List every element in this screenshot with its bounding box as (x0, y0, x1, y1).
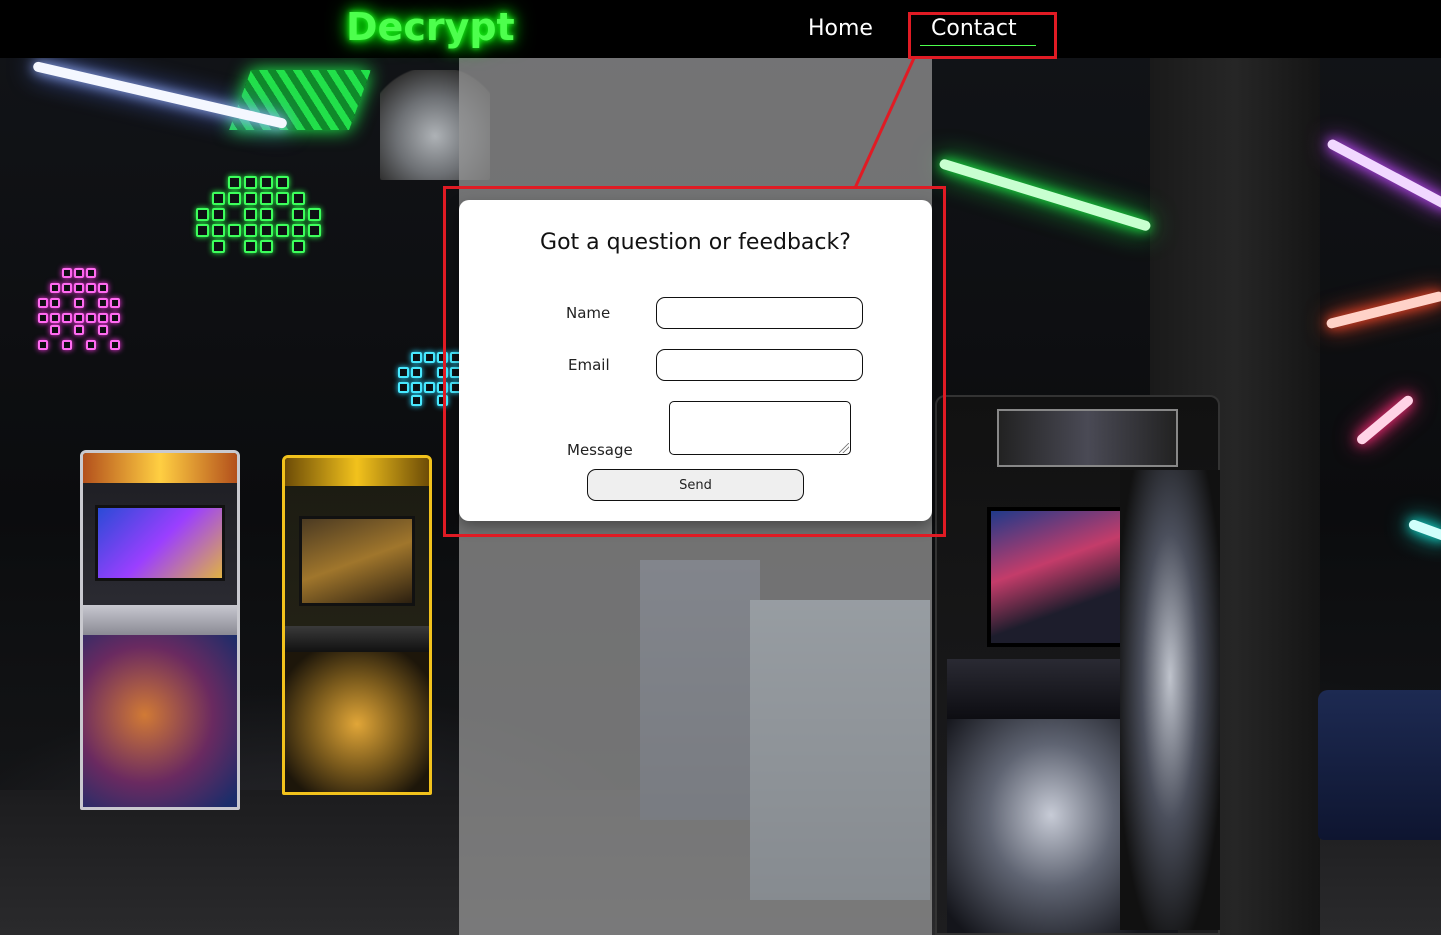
email-label: Email (568, 356, 610, 374)
form-heading: Got a question or feedback? (540, 230, 851, 255)
arcade-cabinet-street-fighter (80, 450, 240, 810)
neon-tube-green (938, 158, 1152, 232)
name-input[interactable] (656, 297, 863, 329)
active-nav-underline (920, 45, 1036, 46)
nav-link-contact[interactable]: Contact (931, 16, 1017, 43)
contact-form-card: Got a question or feedback? Name Email M… (459, 200, 932, 521)
message-textarea[interactable] (669, 401, 851, 455)
neon-tube-red (1325, 290, 1441, 330)
neon-tube-pink (1354, 393, 1416, 447)
site-logo[interactable]: Decrypt (346, 5, 515, 49)
neon-invader-cyan (398, 352, 461, 408)
textarea-resize-handle[interactable] (839, 443, 849, 453)
send-button[interactable]: Send (587, 469, 804, 501)
couch (1318, 690, 1441, 840)
site-header: Decrypt Home Contact (0, 0, 1441, 58)
email-input[interactable] (656, 349, 863, 381)
neon-tube-purple (1325, 137, 1441, 213)
neon-invader-pink (38, 268, 120, 353)
robocop-side-art (1120, 470, 1220, 930)
name-label: Name (566, 304, 611, 322)
message-label: Message (567, 441, 633, 459)
neon-tube-cyan (1407, 518, 1441, 542)
neon-invader-green (196, 176, 321, 253)
nav-link-home[interactable]: Home (808, 16, 873, 41)
arcade-cabinet-mortal-kombat (282, 455, 432, 795)
